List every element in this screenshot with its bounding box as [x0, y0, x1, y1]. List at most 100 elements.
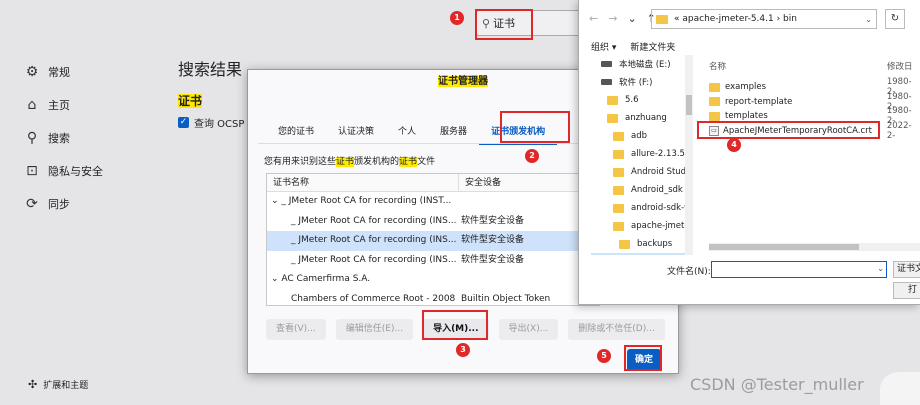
delete-distrust-button[interactable]: 删除或不信任(D)... [568, 319, 665, 340]
cell-device: 软件型安全设备 [461, 235, 525, 245]
scroll-thumb[interactable] [709, 244, 859, 250]
view-button[interactable]: 查看(V)... [266, 319, 326, 340]
col-security-device[interactable]: 安全设备 [459, 174, 501, 191]
folder-icon [613, 131, 624, 141]
cell-device: Builtin Object Token [461, 293, 551, 304]
tree-item[interactable]: Android_sdk [591, 181, 692, 199]
tree-label: apache-jmeter [631, 221, 693, 231]
tree-item[interactable]: allure-2.13.5 [591, 145, 692, 163]
filetype-select[interactable]: 证书文 [893, 261, 920, 278]
folder-icon [607, 113, 618, 123]
puzzle-icon: ✣ [28, 378, 38, 391]
table-row[interactable]: _ JMeter Root CA for recording (INS... 软件… [267, 251, 599, 271]
chevron-down-icon[interactable]: ⌄ [877, 264, 884, 273]
callout-box-authorities-tab [500, 111, 570, 143]
folder-icon [709, 111, 720, 121]
scroll-thumb[interactable] [686, 95, 692, 115]
folder-icon [607, 95, 618, 105]
result-heading: 证书 [178, 92, 203, 109]
col-cert-name[interactable]: 证书名称 [267, 174, 459, 191]
callout-box-import [422, 310, 488, 340]
nav-search[interactable]: ⚲ 搜索 [24, 121, 103, 154]
table-row[interactable]: ⌄ AC Camerfirma S.A. [267, 270, 599, 290]
nav-label: 搜索 [48, 131, 70, 145]
cell-name: _ JMeter Root CA for recording (INS... [291, 235, 457, 245]
nav-privacy[interactable]: ⊡ 隐私与安全 [24, 154, 103, 187]
table-row[interactable]: ⌄ _ JMeter Root CA for recording (INST..… [267, 192, 599, 212]
new-folder-button[interactable]: 新建文件夹 [630, 40, 675, 53]
cell-device: 软件型安全设备 [461, 254, 525, 265]
tree-item[interactable]: Android Studio [591, 163, 692, 181]
folder-icon [619, 239, 630, 249]
tab-servers[interactable]: 服务器 [428, 118, 479, 145]
dialog-title-text: 证书管理器 [438, 76, 488, 87]
address-bar[interactable]: « apache-jmeter-5.4.1 › bin ⌄ [651, 9, 877, 29]
folder-icon [613, 167, 624, 177]
tab-your-certs[interactable]: 您的证书 [266, 118, 326, 145]
table-row[interactable]: Chambers of Commerce Root - 2008 Builtin … [267, 290, 599, 306]
back-arrow-icon[interactable]: ← [589, 12, 598, 25]
nav-home[interactable]: ⌂ 主页 [24, 88, 103, 121]
chevron-down-icon[interactable]: ⌄ [865, 15, 872, 24]
callout-badge: 1 [450, 11, 464, 25]
open-button[interactable]: 打 [893, 282, 920, 299]
refresh-button[interactable]: ↻ [885, 9, 905, 29]
path-prefix: « [674, 14, 680, 24]
tree-label: android-sdk-w [631, 203, 692, 213]
cell-device [459, 192, 461, 212]
tree-label: 5.6 [625, 95, 639, 105]
nav-general[interactable]: ⚙ 常规 [24, 55, 103, 88]
cell-device: 软件型安全设备 [461, 215, 525, 226]
tree-item[interactable]: adb [591, 127, 692, 145]
intro-text: 您有用来识别这些证书颁发机构的证书文件 [264, 154, 435, 167]
tree-item[interactable]: 本地磁盘 (E:) [591, 55, 692, 73]
ocsp-option[interactable]: ✓ 查询 OCSP [178, 115, 244, 130]
tab-auth-decisions[interactable]: 认证决策 [326, 118, 386, 145]
checkbox-checked-icon[interactable]: ✓ [178, 117, 189, 128]
file-list-hscrollbar[interactable] [709, 243, 920, 251]
filename-input[interactable]: ⌄ [711, 261, 887, 278]
tree-scrollbar[interactable] [685, 55, 693, 255]
tab-people[interactable]: 个人 [386, 118, 428, 145]
intro-highlight: 证书 [399, 157, 418, 167]
tree-label: 本地磁盘 (E:) [619, 60, 671, 70]
tree-item[interactable]: anzhuang [591, 109, 692, 127]
edit-trust-button[interactable]: 编辑信任(E)... [335, 319, 414, 340]
folder-icon [656, 14, 668, 24]
folder-icon [613, 203, 624, 213]
col-name[interactable]: 名称 [709, 60, 887, 72]
search-icon: ⚲ [26, 129, 38, 146]
tree-item[interactable]: 软件 (F:) [591, 73, 692, 91]
tree-item[interactable]: 5.6 [591, 91, 692, 109]
file-toolbar: 组织 ▾ 新建文件夹 [591, 40, 689, 53]
table-row-selected[interactable]: _ JMeter Root CA for recording (INS... 软件… [267, 231, 599, 251]
chevron-down-icon[interactable]: ⌄ [627, 12, 636, 25]
avatar [880, 372, 920, 405]
tree-item[interactable]: backups [591, 235, 692, 253]
tree-item[interactable]: apache-jmeter [591, 217, 692, 235]
tree-item[interactable]: android-sdk-w [591, 199, 692, 217]
tree-label: adb [631, 131, 647, 141]
col-modified[interactable]: 修改日 [887, 60, 913, 72]
file-name: report-template [725, 96, 793, 107]
callout-badge: 5 [597, 349, 611, 363]
file-date: 2022-2- [886, 120, 912, 141]
table-row[interactable]: _ JMeter Root CA for recording (INS... 软件… [267, 212, 599, 232]
cert-table: 证书名称 安全设备 ⌄ _ JMeter Root CA for recordi… [266, 173, 600, 306]
folder-tree: 本地磁盘 (E:) 软件 (F:) 5.6 anzhuang adb allur… [591, 55, 693, 255]
export-button[interactable]: 导出(X)... [498, 319, 559, 340]
folder-icon [613, 149, 624, 159]
intro-part: 文件 [417, 157, 436, 167]
forward-arrow-icon[interactable]: → [608, 12, 617, 25]
watermark: CSDN @Tester_muller [690, 375, 864, 394]
file-name: templates [725, 111, 768, 122]
intro-highlight: 证书 [336, 157, 355, 167]
tree-item-selected[interactable]: bin [591, 253, 692, 255]
organize-menu[interactable]: 组织 ▾ [591, 40, 616, 53]
lock-icon: ⊡ [26, 162, 38, 179]
extensions-themes-link[interactable]: ✣ 扩展和主题 [28, 378, 88, 391]
nav-label: 同步 [48, 197, 70, 211]
callout-badge: 4 [727, 138, 741, 152]
results-title: 搜索结果 [178, 60, 243, 79]
nav-sync[interactable]: ⟳ 同步 [24, 187, 103, 220]
